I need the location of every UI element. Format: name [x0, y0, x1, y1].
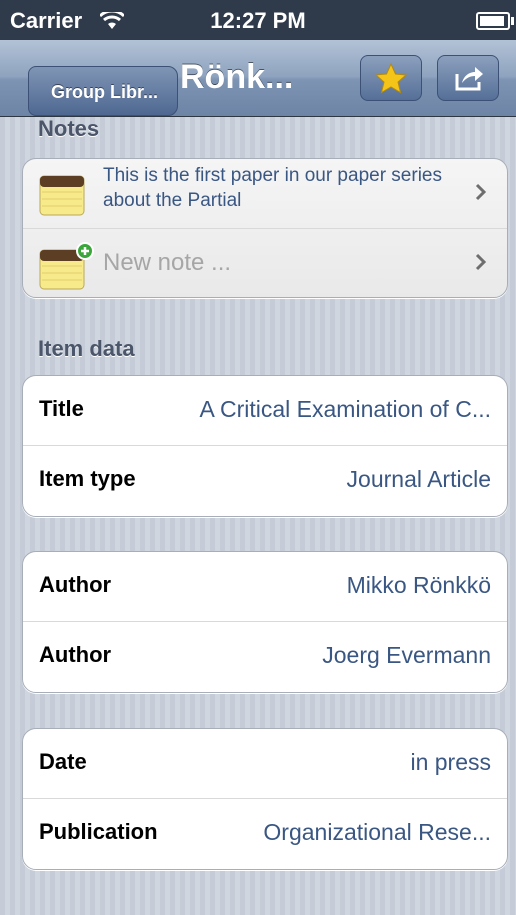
field-row-date[interactable]: Date in press	[23, 729, 507, 799]
field-label: Author	[39, 642, 112, 667]
back-button[interactable]: Group Libr...	[14, 53, 178, 116]
notepad-icon	[39, 172, 85, 221]
page-title: Rönk...	[180, 58, 294, 96]
note-row[interactable]: This is the first paper in our paper ser…	[23, 159, 507, 229]
field-row-item-type[interactable]: Item type Journal Article	[23, 446, 507, 515]
field-row-author[interactable]: Author Mikko Rönkkö	[23, 552, 507, 622]
share-button[interactable]	[437, 55, 499, 101]
star-icon	[374, 62, 408, 94]
field-label: Publication	[39, 819, 158, 844]
clock: 12:27 PM	[210, 8, 306, 33]
field-label: Author	[39, 572, 112, 597]
field-value: Mikko Rönkkö	[346, 572, 491, 598]
date-publication-group: Date in press Publication Organizational…	[22, 728, 508, 870]
authors-group: Author Mikko Rönkkö Author Joerg Everman…	[22, 551, 508, 693]
title-type-group: Title A Critical Examination of C... Ite…	[22, 375, 508, 517]
field-value: A Critical Examination of C...	[199, 396, 491, 422]
new-note-row[interactable]: New note ...	[23, 229, 507, 297]
battery-icon	[476, 12, 514, 30]
chevron-right-icon	[475, 183, 487, 206]
new-note-placeholder: New note ...	[103, 249, 232, 276]
item-data-section-header: Item data	[38, 336, 135, 361]
share-icon	[455, 67, 483, 91]
field-value: Journal Article	[346, 466, 491, 492]
status-bar: Carrier 12:27 PM	[0, 0, 516, 40]
back-button-label: Group Libr...	[28, 66, 178, 116]
field-value: in press	[410, 749, 491, 775]
notepad-icon	[39, 242, 95, 295]
field-label: Date	[39, 749, 87, 774]
chevron-right-icon	[475, 253, 487, 276]
field-label: Item type	[39, 466, 136, 491]
field-value: Organizational Rese...	[263, 819, 491, 845]
notes-group: This is the first paper in our paper ser…	[22, 158, 508, 298]
field-row-author[interactable]: Author Joerg Evermann	[23, 622, 507, 691]
navigation-bar: Group Libr... Rönk...	[0, 40, 516, 117]
note-preview-text: This is the first paper in our paper ser…	[103, 165, 442, 211]
field-value: Joerg Evermann	[322, 642, 491, 668]
field-label: Title	[39, 396, 84, 421]
favorite-button[interactable]	[360, 55, 422, 101]
notes-section-header: Notes	[38, 116, 100, 141]
field-row-title[interactable]: Title A Critical Examination of C...	[23, 376, 507, 446]
field-row-publication[interactable]: Publication Organizational Rese...	[23, 799, 507, 868]
